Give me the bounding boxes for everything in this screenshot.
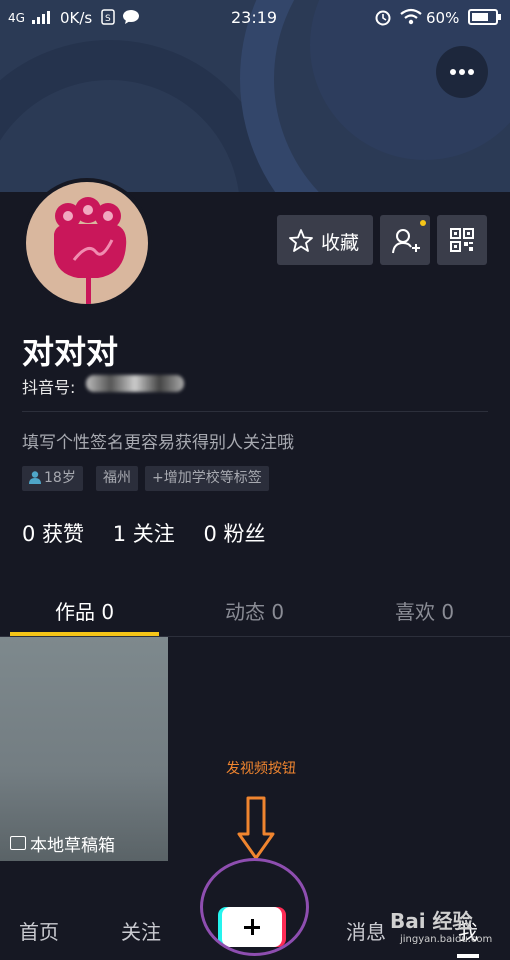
person-icon — [29, 471, 41, 484]
annotation-circle — [200, 858, 309, 956]
age-tag[interactable]: 18岁 — [22, 466, 83, 491]
svg-text:S: S — [105, 14, 111, 24]
annotation-label: 发视频按钮 — [226, 761, 296, 777]
network-type: 4G — [8, 11, 25, 25]
city-tag[interactable]: 福州 — [96, 466, 138, 491]
qr-code-button[interactable] — [437, 215, 487, 265]
status-bar: 4G 0K/s S 23:19 60% — [0, 0, 510, 36]
battery-percent: 60% — [426, 9, 460, 27]
add-school-tag[interactable]: +增加学校等标签 — [145, 466, 269, 491]
notification-dot — [420, 220, 426, 226]
fans-count[interactable]: 0 粉丝 — [203, 522, 265, 546]
avatar[interactable] — [22, 178, 152, 308]
douyin-id-obscured — [86, 375, 184, 392]
wifi-icon — [400, 8, 422, 25]
age-label: 18岁 — [44, 470, 76, 486]
profile-stats: 0 获赞 1 关注 0 粉丝 — [22, 518, 288, 548]
nav-messages[interactable]: 消息 — [346, 916, 386, 945]
draft-box-card[interactable]: 本地草稿箱 — [0, 637, 168, 861]
favorites-button[interactable]: 收藏 — [277, 215, 373, 265]
nav-home[interactable]: 首页 — [19, 916, 59, 945]
more-icon — [450, 69, 456, 75]
alarm-icon — [375, 10, 391, 26]
battery-icon — [468, 9, 501, 25]
nav-follow[interactable]: 关注 — [121, 916, 161, 945]
sim-icon: S — [101, 9, 115, 25]
star-icon — [289, 229, 313, 252]
clock: 23:19 — [231, 8, 278, 27]
add-friend-icon — [392, 229, 420, 254]
tab-dynamic[interactable]: 动态 0 — [225, 596, 284, 625]
bio-placeholder[interactable]: 填写个性签名更容易获得别人关注哦 — [22, 428, 294, 453]
watermark-url: jingyan.baidu.com — [400, 934, 493, 945]
box-icon — [10, 836, 26, 850]
draft-box-label: 本地草稿箱 — [30, 836, 115, 856]
profile-name: 对对对 — [22, 333, 119, 371]
wechat-icon — [123, 10, 139, 24]
watermark: Bai 经验 — [390, 909, 473, 933]
arrow-down-icon — [237, 796, 275, 860]
active-tab-indicator — [10, 632, 159, 636]
nav-me-indicator — [457, 954, 479, 958]
divider — [22, 411, 488, 412]
avatar-image — [54, 197, 127, 304]
content-tabs: 作品 0 动态 0 喜欢 0 — [0, 588, 510, 637]
douyin-id-label: 抖音号: — [22, 378, 76, 397]
tab-likes[interactable]: 喜欢 0 — [395, 596, 454, 625]
favorites-label: 收藏 — [321, 232, 360, 254]
likes-count[interactable]: 0 获赞 — [22, 522, 84, 546]
qr-code-icon — [450, 228, 474, 252]
more-button[interactable] — [436, 46, 488, 98]
signal-icon — [32, 11, 50, 24]
net-speed: 0K/s — [60, 9, 93, 27]
tab-works[interactable]: 作品 0 — [55, 596, 114, 625]
following-count[interactable]: 1 关注 — [113, 522, 175, 546]
